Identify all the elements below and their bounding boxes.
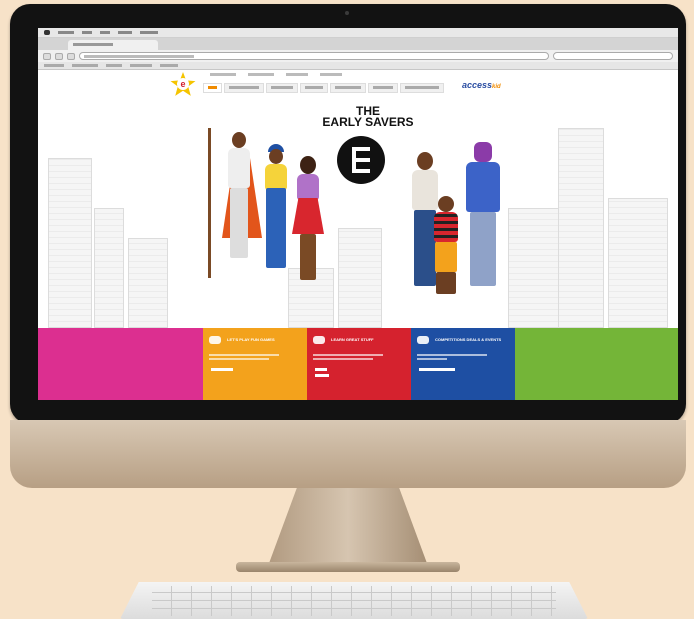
panel-green [515,328,678,400]
url-input[interactable] [79,52,549,60]
panel-competitions[interactable]: COMPETITIONS DEALS & EVENTS [411,328,515,400]
keyboard [120,582,588,619]
e-emblem-icon [352,147,370,173]
logo-e-icon: e [177,78,189,90]
nav-item[interactable] [266,83,298,93]
building-sketch [48,158,92,328]
panel-text [313,354,405,360]
back-button[interactable] [43,52,51,60]
hero-title: THE EARLY SAVERS [322,104,414,129]
browser-search-input[interactable] [553,52,673,60]
forward-button[interactable] [55,52,63,60]
monitor-stand [268,488,428,566]
panel-links [419,368,455,371]
site-header: e accesskid [38,70,678,100]
panel-link[interactable] [315,368,327,371]
keyboard-keys [152,586,556,616]
character-robot [458,142,508,292]
hero-banner: THE EARLY SAVERS [38,100,678,328]
building-sketch [94,208,124,328]
piggy-bank-icon [417,336,429,344]
building-sketch [338,228,382,328]
character-girl-red-skirt [286,156,330,286]
monitor-bezel: e accesskid THE EARLY SAVERS LET'S PLAY … [10,4,686,424]
gamepad-icon [209,336,221,344]
partner-logo[interactable]: accesskid [462,80,501,90]
monitor-stand-base [236,562,460,572]
browser-tab[interactable] [68,40,158,50]
panel-pink [38,328,203,400]
bookmarks-bar [38,62,678,70]
screen: e accesskid THE EARLY SAVERS LET'S PLAY … [38,28,678,400]
feature-panels: LET'S PLAY FUN GAMES LEARN GREAT STUFF C… [38,328,678,400]
nav-item[interactable] [330,83,366,93]
panel-title: COMPETITIONS DEALS & EVENTS [435,337,502,342]
panel-links [211,368,233,371]
nav-item[interactable] [368,83,398,93]
top-link[interactable] [320,73,342,76]
panel-title: LEARN GREAT STUFF [331,337,374,342]
panel-text [209,354,301,360]
hand-icon [313,336,325,344]
os-menu-bar [38,28,678,38]
nav-item[interactable] [224,83,264,93]
building-sketch [558,128,604,328]
main-nav [203,83,444,93]
panel-links [315,368,329,377]
panel-games[interactable]: LET'S PLAY FUN GAMES [203,328,307,400]
top-link[interactable] [248,73,274,76]
nav-item[interactable] [400,83,444,93]
building-sketch [608,198,668,328]
panel-link[interactable] [419,368,455,371]
browser-tab-bar [38,38,678,50]
top-links [210,73,342,76]
reload-button[interactable] [67,52,75,60]
panel-link[interactable] [211,368,233,371]
top-link[interactable] [210,73,236,76]
early-savers-emblem [337,136,385,184]
panel-link[interactable] [315,374,329,377]
monitor-chin [10,420,686,488]
nav-item[interactable] [203,83,222,93]
camera-icon [345,11,349,15]
panel-title: LET'S PLAY FUN GAMES [227,337,275,342]
browser-address-bar [38,50,678,62]
panel-learn[interactable]: LEARN GREAT STUFF [307,328,411,400]
top-link[interactable] [286,73,308,76]
panel-text [417,354,509,360]
nav-item[interactable] [300,83,328,93]
building-sketch [128,238,168,328]
